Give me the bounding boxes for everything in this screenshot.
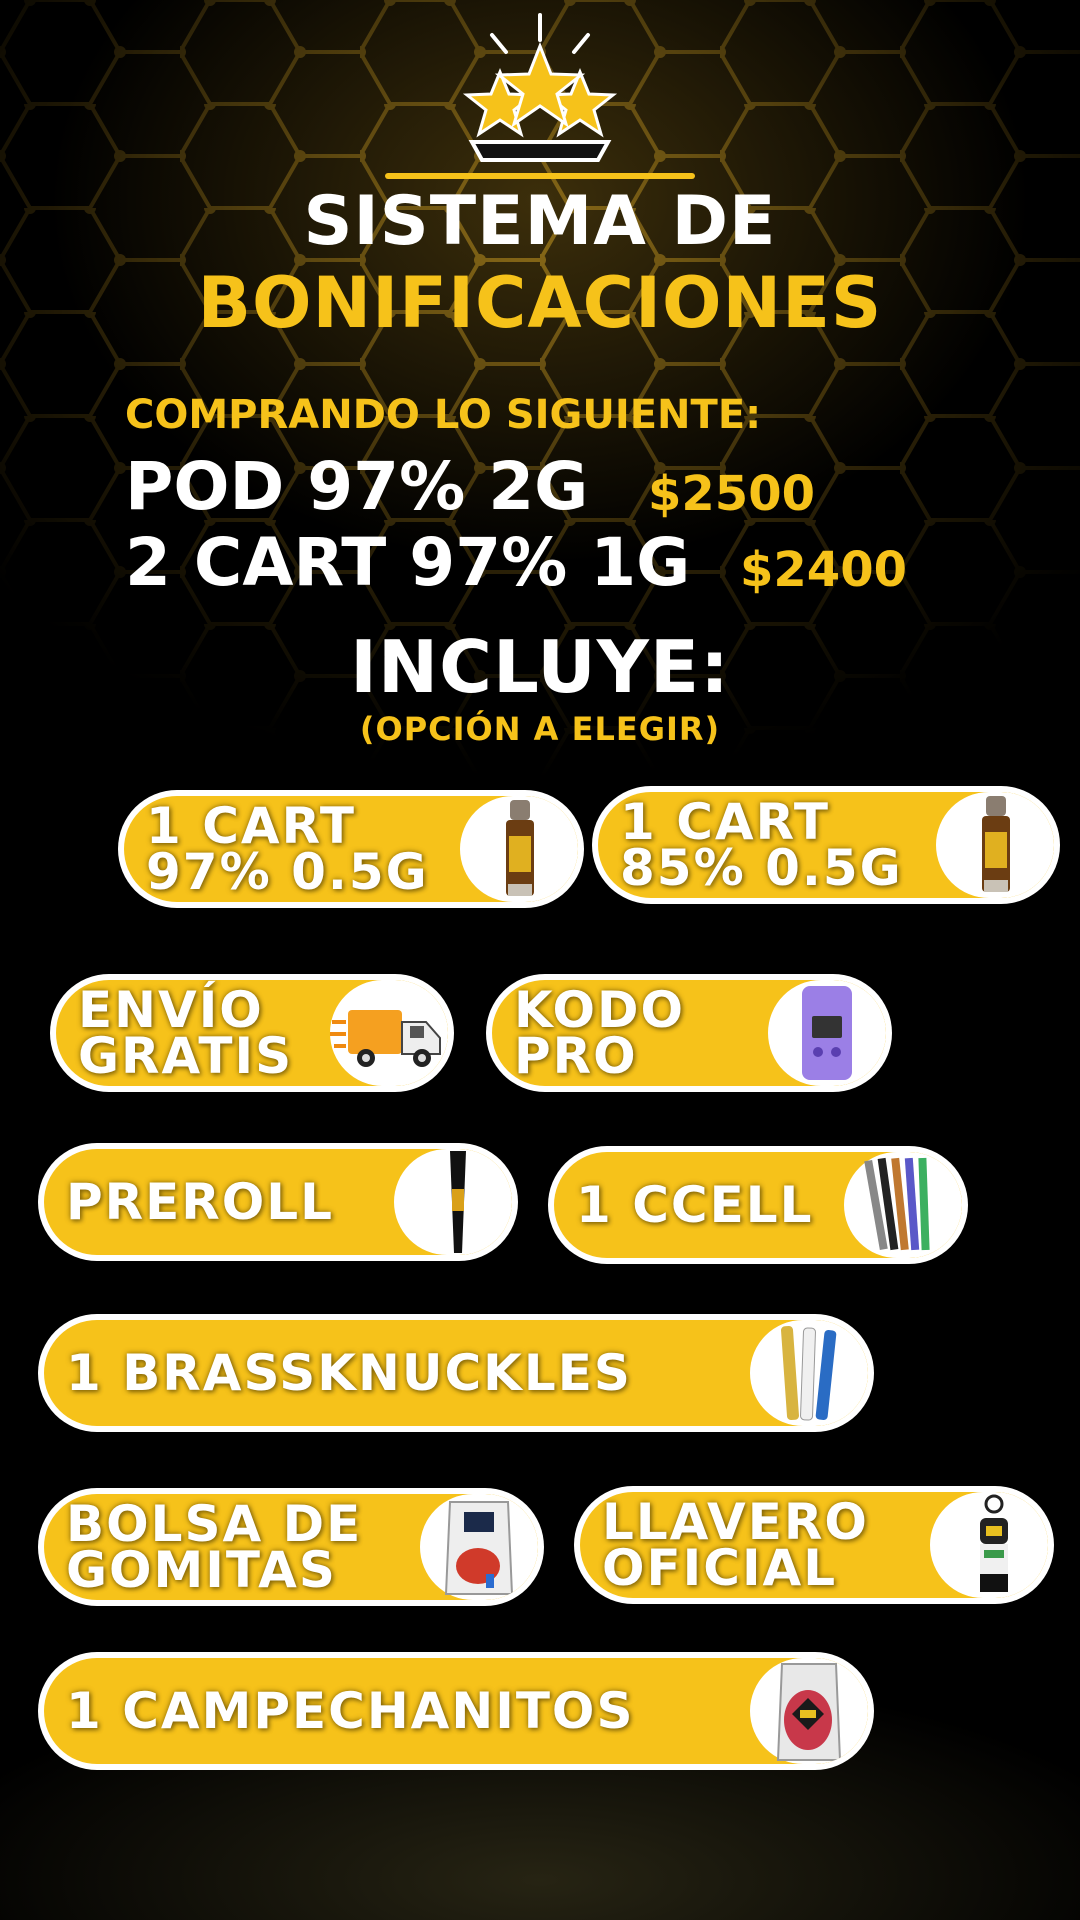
option-llavero-oficial[interactable]: LLAVERO OFICIAL <box>574 1486 1054 1604</box>
option-envio-gratis[interactable]: ENVÍO GRATIS <box>50 974 454 1092</box>
keychain-icon <box>980 1494 1008 1592</box>
purchase-item-1-price: $2500 <box>648 466 815 522</box>
stars-trophy-icon <box>462 13 618 162</box>
option-preroll[interactable]: PREROLL <box>38 1143 518 1261</box>
option-brassknuckles[interactable]: 1 BRASSKNUCKLES <box>38 1314 874 1432</box>
purchase-item-2-price: $2400 <box>740 542 907 598</box>
option-label: 1 CCELL <box>576 1176 814 1234</box>
cartridge-icon <box>506 800 534 896</box>
purchase-item-2-name: 2 CART 97% 1G <box>125 524 691 601</box>
ccell-battery-icon <box>864 1157 930 1251</box>
option-label: KODO PRO <box>514 981 686 1085</box>
includes-title: INCLUYE: <box>350 625 730 709</box>
option-label: 1 CART 85% 0.5G <box>620 793 903 897</box>
option-1-cart-97[interactable]: 1 CART 97% 0.5G <box>118 790 584 908</box>
vape-device-icon <box>802 986 852 1080</box>
candy-bag-icon <box>776 1663 842 1761</box>
option-label: 1 CAMPECHANITOS <box>66 1682 635 1740</box>
purchase-item-1-name: POD 97% 2G <box>125 448 589 525</box>
option-ccell[interactable]: 1 CCELL <box>548 1146 968 1264</box>
option-label: PREROLL <box>66 1173 335 1231</box>
purchase-intro: COMPRANDO LO SIGUIENTE: <box>125 392 762 438</box>
option-label: BOLSA DE GOMITAS <box>66 1495 363 1599</box>
option-kodo-pro[interactable]: KODO PRO <box>486 974 892 1092</box>
option-label: 1 CART 97% 0.5G <box>146 797 429 901</box>
gummy-bag-icon <box>444 1501 514 1595</box>
battery-pens-icon <box>781 1325 837 1421</box>
option-1-cart-85[interactable]: 1 CART 85% 0.5G <box>592 786 1060 904</box>
delivery-truck-icon <box>330 1010 441 1067</box>
cartridge-icon <box>982 796 1010 892</box>
option-label: 1 BRASSKNUCKLES <box>66 1344 632 1402</box>
option-campechanitos[interactable]: 1 CAMPECHANITOS <box>38 1652 874 1770</box>
promo-poster: SISTEMA DE BONIFICACIONES COMPRANDO LO S… <box>0 0 1080 1920</box>
option-bolsa-de-gomitas[interactable]: BOLSA DE GOMITAS <box>38 1488 544 1606</box>
header-divider <box>385 173 695 179</box>
option-label: ENVÍO GRATIS <box>78 981 294 1085</box>
includes-subtitle: (OPCIÓN A ELEGIR) <box>359 710 721 748</box>
option-label: LLAVERO OFICIAL <box>602 1493 869 1597</box>
preroll-icon <box>450 1151 466 1253</box>
title-line-2: BONIFICACIONES <box>197 262 883 344</box>
title-line-1: SISTEMA DE <box>303 182 777 261</box>
